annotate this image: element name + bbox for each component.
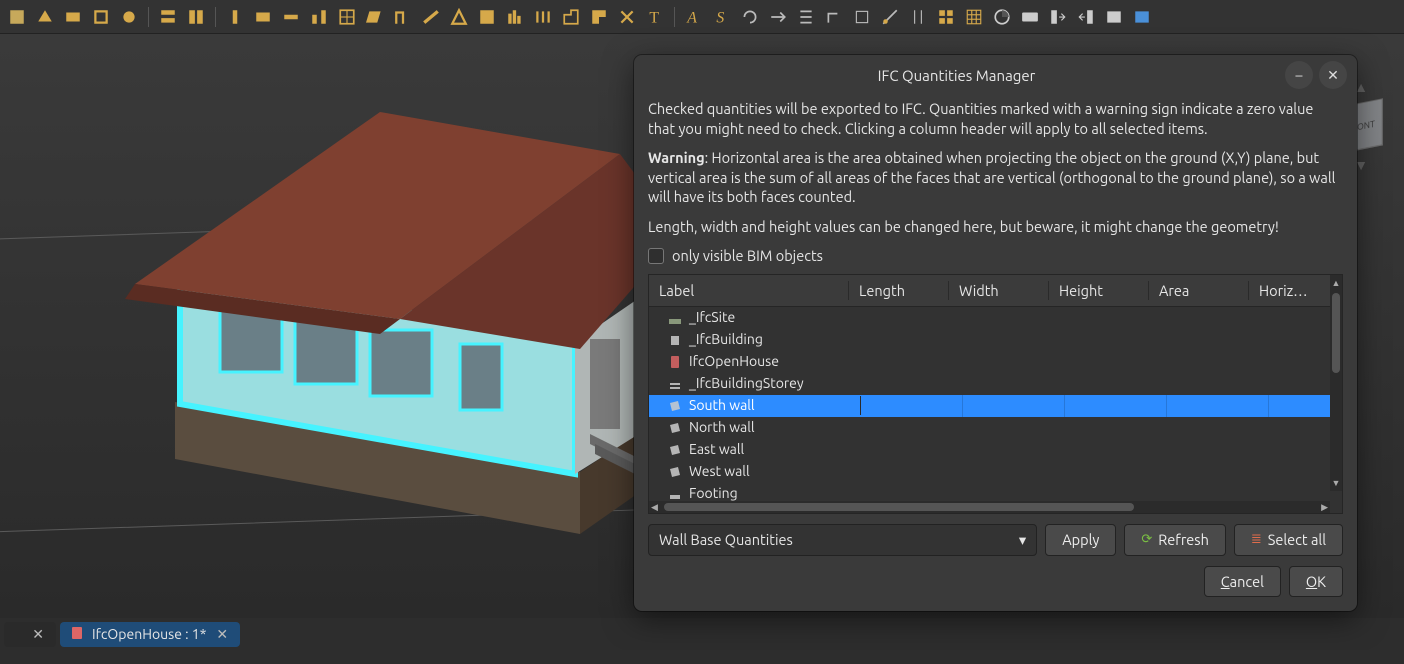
tb-icon-exp2[interactable]: [1073, 4, 1099, 30]
tb-icon-15[interactable]: [418, 4, 444, 30]
tb-icon-14[interactable]: [390, 4, 416, 30]
col-horiz[interactable]: Horizont: [1249, 281, 1319, 301]
table-hscroll[interactable]: ◀▶: [649, 501, 1330, 513]
tb-icon-arr4[interactable]: [849, 4, 875, 30]
tab-close-icon[interactable]: ✕: [214, 626, 230, 643]
tb-icon-17[interactable]: [474, 4, 500, 30]
status-bar: [0, 650, 1404, 664]
table-row[interactable]: _IfcBuildingStorey: [649, 373, 1342, 395]
col-width[interactable]: Width: [949, 281, 1049, 301]
doc-tab-prev[interactable]: ✕: [4, 622, 56, 647]
svg-text:A: A: [686, 9, 697, 25]
select-all-button[interactable]: ≣Select all: [1234, 524, 1343, 556]
tb-icon-font-s[interactable]: S: [709, 4, 735, 30]
storey-icon: [667, 376, 683, 392]
table-vscroll[interactable]: ▲▼: [1330, 275, 1342, 491]
site-icon: [667, 310, 683, 326]
table-row[interactable]: South wall: [649, 395, 1342, 417]
doc-tab-active[interactable]: IfcOpenHouse : 1* ✕: [60, 622, 240, 647]
ok-button[interactable]: OK: [1289, 566, 1343, 598]
tb-icon-rot[interactable]: [737, 4, 763, 30]
table-row[interactable]: IfcOpenHouse: [649, 351, 1342, 373]
top-toolbar: T A S: [0, 0, 1404, 34]
doc-tab-label: IfcOpenHouse : 1*: [92, 626, 206, 642]
tb-icon-grid2[interactable]: [961, 4, 987, 30]
refresh-button[interactable]: ⟳Refresh: [1124, 524, 1226, 556]
house-model: [80, 64, 720, 584]
apply-button[interactable]: Apply: [1045, 524, 1116, 556]
tb-icon-13[interactable]: [362, 4, 388, 30]
tb-icon-arr5[interactable]: [877, 4, 903, 30]
tb-icon-20[interactable]: [558, 4, 584, 30]
wall-icon: [667, 464, 683, 480]
tb-icon-21[interactable]: [586, 4, 612, 30]
tb-icon-arr3[interactable]: [821, 4, 847, 30]
intro-text: Checked quantities will be exported to I…: [648, 99, 1343, 138]
tb-icon-7[interactable]: [183, 4, 209, 30]
table-row[interactable]: _IfcBuilding: [649, 329, 1342, 351]
tab-close-icon[interactable]: ✕: [30, 626, 46, 643]
visible-only-checkbox[interactable]: [648, 248, 664, 264]
doc-tab-icon: [70, 626, 84, 643]
tb-icon-3[interactable]: [60, 4, 86, 30]
tb-icon-22[interactable]: [614, 4, 640, 30]
footing-icon: [667, 486, 683, 502]
warning-label: Warning: [648, 149, 705, 166]
svg-text:T: T: [649, 9, 659, 25]
tb-icon-arr6[interactable]: [905, 4, 931, 30]
tb-icon-2[interactable]: [32, 4, 58, 30]
table-row[interactable]: East wall: [649, 439, 1342, 461]
table-row[interactable]: West wall: [649, 461, 1342, 483]
tb-icon-10[interactable]: [278, 4, 304, 30]
wall-icon: [667, 420, 683, 436]
col-length[interactable]: Length: [849, 281, 949, 301]
document-tabs: ✕ IfcOpenHouse : 1* ✕: [0, 618, 240, 650]
tb-icon-wb2[interactable]: [1129, 4, 1155, 30]
tb-icon-font-a[interactable]: A: [681, 4, 707, 30]
table-row[interactable]: _IfcSite: [649, 307, 1342, 329]
tb-icon-arr2[interactable]: [793, 4, 819, 30]
tb-icon-wb1[interactable]: [1101, 4, 1127, 30]
svg-text:S: S: [716, 9, 724, 25]
tb-icon-4[interactable]: [88, 4, 114, 30]
close-button[interactable]: ✕: [1319, 61, 1347, 89]
note-text: Length, width and height values can be c…: [648, 217, 1343, 237]
tb-icon-18[interactable]: [502, 4, 528, 30]
tb-text-icon[interactable]: T: [642, 4, 668, 30]
table-row[interactable]: North wall: [649, 417, 1342, 439]
tb-icon-9[interactable]: [250, 4, 276, 30]
warning-text: : Horizontal area is the area obtained w…: [648, 149, 1335, 205]
col-area[interactable]: Area: [1149, 281, 1249, 301]
tb-icon-1[interactable]: [4, 4, 30, 30]
tb-icon-keyb[interactable]: [1017, 4, 1043, 30]
tb-icon-12[interactable]: [334, 4, 360, 30]
quantities-table: Label Length Width Height Area Horizont …: [648, 274, 1343, 514]
tb-icon-grid1[interactable]: [933, 4, 959, 30]
tb-icon-5[interactable]: [116, 4, 142, 30]
wall-icon: [667, 398, 683, 414]
tb-icon-circ[interactable]: [989, 4, 1015, 30]
tb-icon-arr1[interactable]: [765, 4, 791, 30]
tb-icon-19[interactable]: [530, 4, 556, 30]
refresh-icon: ⟳: [1141, 531, 1152, 549]
quantity-set-dropdown[interactable]: Wall Base Quantities ▾: [648, 524, 1037, 556]
col-label[interactable]: Label: [649, 281, 849, 301]
tb-icon-11[interactable]: [306, 4, 332, 30]
tb-icon-8[interactable]: [222, 4, 248, 30]
wall-icon: [667, 442, 683, 458]
tb-icon-16[interactable]: [446, 4, 472, 30]
ifc-quantities-dialog: IFC Quantities Manager – ✕ Checked quant…: [634, 55, 1357, 611]
building-icon: [667, 332, 683, 348]
col-height[interactable]: Height: [1049, 281, 1149, 301]
list-icon: ≣: [1251, 531, 1262, 549]
visible-only-label: only visible BIM objects: [672, 246, 823, 266]
cancel-button[interactable]: Cancel: [1204, 566, 1281, 598]
doc-icon: [667, 354, 683, 370]
tb-icon-exp1[interactable]: [1045, 4, 1071, 30]
dialog-title: IFC Quantities Manager: [634, 67, 1279, 84]
minimize-button[interactable]: –: [1285, 61, 1313, 89]
tb-icon-6[interactable]: [155, 4, 181, 30]
chevron-down-icon: ▾: [1019, 530, 1026, 550]
